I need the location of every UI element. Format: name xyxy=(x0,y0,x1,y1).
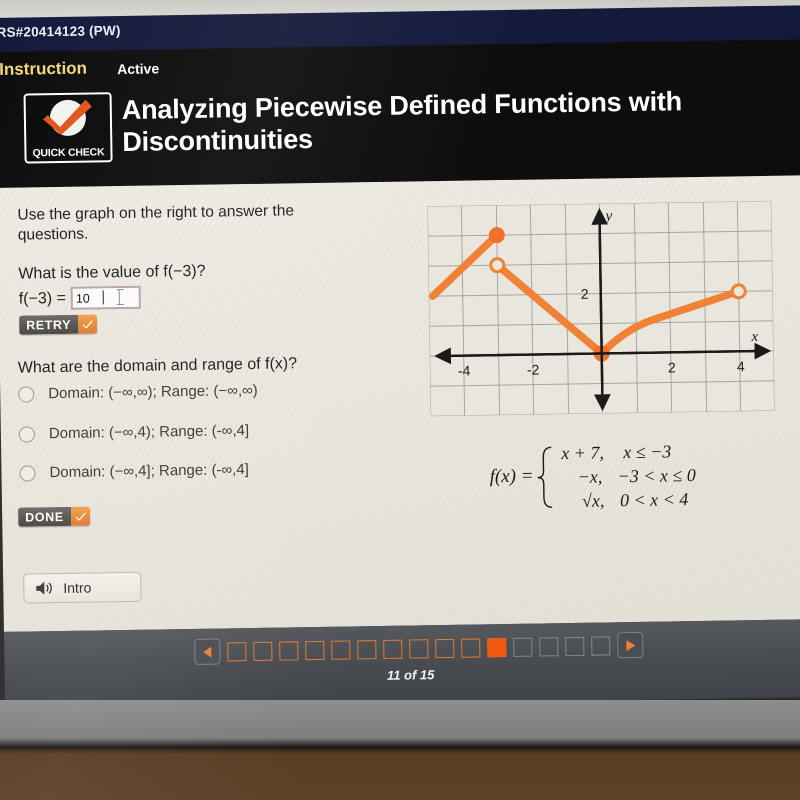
xtick--4: -4 xyxy=(458,363,471,379)
done-button[interactable]: DONE xyxy=(18,506,90,527)
app-header: Instruction Active QUICK CHECK Analyzing… xyxy=(0,39,800,188)
radio-button-2[interactable] xyxy=(18,425,36,443)
formula-piece-3-cond: 0 < x < 4 xyxy=(620,489,689,510)
computer-screen: RS#20414123 (PW) Instruction Active QUIC… xyxy=(0,0,800,712)
answer-input[interactable]: 10 xyxy=(70,285,142,310)
pagination-controls xyxy=(194,631,644,665)
quick-check-badge: QUICK CHECK xyxy=(23,92,113,164)
ibeam-cursor-icon xyxy=(118,288,128,306)
left-arrow-icon xyxy=(202,646,211,658)
page-square-7[interactable] xyxy=(383,639,403,659)
retry-button[interactable]: RETRY xyxy=(19,314,98,335)
page-square-3[interactable] xyxy=(279,640,299,661)
question-2-text: What are the domain and range of f(x)? xyxy=(17,355,298,377)
tab-active[interactable]: Active xyxy=(117,60,159,77)
page-square-2[interactable] xyxy=(253,641,273,661)
page-square-14[interactable] xyxy=(565,636,585,656)
xtick-4: 4 xyxy=(737,358,745,374)
choice-label-3: Domain: (−∞,4]; Range: (-∞,4] xyxy=(49,461,249,482)
orange-checkmark-icon xyxy=(42,99,92,135)
page-square-9[interactable] xyxy=(435,638,455,658)
done-check-icon xyxy=(70,506,90,526)
page-square-10[interactable] xyxy=(461,637,481,658)
choice-label-1: Domain: (−∞,∞); Range: (−∞,∞) xyxy=(48,381,258,403)
radio-button-3[interactable] xyxy=(19,464,36,482)
retry-check-icon xyxy=(77,314,98,334)
page-square-6[interactable] xyxy=(357,639,377,659)
xtick--2: -2 xyxy=(527,361,540,377)
page-square-15[interactable] xyxy=(591,635,611,656)
page-square-13[interactable] xyxy=(539,636,559,657)
page-square-12[interactable] xyxy=(513,637,533,657)
page-title: Analyzing Piecewise Defined Functions wi… xyxy=(121,86,683,158)
header-tabs: Instruction Active xyxy=(0,47,800,86)
piecewise-formula: f(x) = x + 7, x ≤ −3 −x, −3 < x ≤ 0 √x, … xyxy=(489,434,740,518)
bottom-nav-bar: 11 of 15 xyxy=(3,619,800,710)
previous-page-button[interactable] xyxy=(194,638,221,665)
retry-button-label: RETRY xyxy=(19,314,79,335)
brace-icon xyxy=(537,446,553,508)
formula-piece-3-expr: √x, xyxy=(582,490,605,510)
formula-piece-1-cond: x ≤ −3 xyxy=(622,441,671,462)
graph-svg: x y -4 -2 2 4 2 xyxy=(427,200,775,417)
question-1-text: What is the value of f(−3)? xyxy=(18,262,206,283)
page-square-5[interactable] xyxy=(331,639,351,660)
next-page-button[interactable] xyxy=(617,631,644,659)
question-1-answer-row: f(−3) = 10 xyxy=(18,285,142,311)
xtick-2: 2 xyxy=(668,359,676,375)
choice-label-2: Domain: (−∞,4); Range: (-∞,4] xyxy=(48,422,250,443)
x-axis-label: x xyxy=(750,329,758,345)
quick-check-label: QUICK CHECK xyxy=(32,146,105,160)
formula-piece-2-expr: −x, xyxy=(577,467,602,487)
radio-button-1[interactable] xyxy=(18,385,35,403)
answer-label: f(−3) = xyxy=(18,289,67,308)
function-graph: x y -4 -2 2 4 2 xyxy=(427,200,775,417)
choice-option-2[interactable]: Domain: (−∞,4); Range: (-∞,4] xyxy=(18,422,250,443)
page-square-8[interactable] xyxy=(409,638,429,659)
page-square-11[interactable] xyxy=(487,637,507,657)
open-point-marker-2 xyxy=(730,283,747,300)
lesson-body: Use the graph on the right to answer the… xyxy=(0,175,800,632)
text-caret xyxy=(102,290,104,305)
right-arrow-icon xyxy=(625,639,635,651)
y-axis-label: y xyxy=(603,208,612,224)
choice-option-3[interactable]: Domain: (−∞,4]; Range: (-∞,4] xyxy=(19,461,249,482)
choice-option-1[interactable]: Domain: (−∞,∞); Range: (−∞,∞) xyxy=(18,382,258,403)
tab-instruction[interactable]: Instruction xyxy=(0,59,87,80)
speaker-icon xyxy=(36,581,52,595)
done-button-label: DONE xyxy=(18,506,71,527)
page-square-list xyxy=(227,635,611,661)
page-count-text: 11 of 15 xyxy=(386,667,435,683)
ytick-2: 2 xyxy=(581,286,589,302)
page-square-1[interactable] xyxy=(227,641,247,661)
desk-partial-text xyxy=(0,770,800,800)
formula-svg: f(x) = x + 7, x ≤ −3 −x, −3 < x ≤ 0 √x, … xyxy=(489,441,695,510)
formula-piece-2-cond: −3 < x ≤ 0 xyxy=(617,465,695,486)
open-point-marker-1 xyxy=(489,257,506,274)
intro-button[interactable]: Intro xyxy=(23,571,142,604)
screenshot-root: RS#20414123 (PW) Instruction Active QUIC… xyxy=(0,0,800,800)
instruction-text: Use the graph on the right to answer the… xyxy=(17,202,295,244)
session-id-text: RS#20414123 (PW) xyxy=(0,23,121,40)
formula-lhs: f(x) = xyxy=(489,466,533,488)
intro-button-label: Intro xyxy=(63,579,92,596)
answer-input-value: 10 xyxy=(75,291,90,306)
page-square-4[interactable] xyxy=(305,640,325,660)
formula-piece-1-expr: x + 7, xyxy=(560,442,604,463)
